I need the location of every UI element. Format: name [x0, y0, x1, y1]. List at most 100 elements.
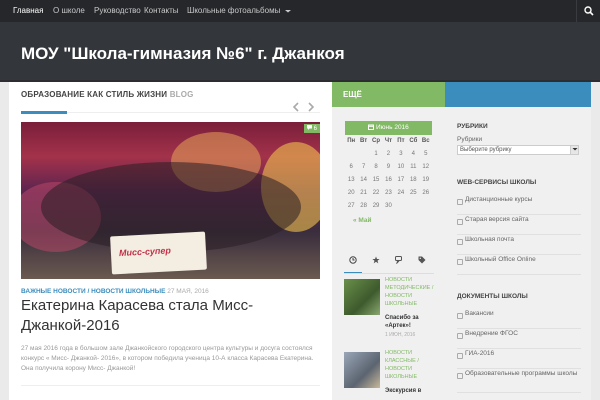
- category-separator: /: [87, 288, 90, 295]
- link-label[interactable]: Образовательные программы школы: [465, 370, 577, 377]
- calendar-widget: Июнь 2016 Пн Вт Ср Чт Пт Сб Вс 1 2 3 4 5…: [345, 121, 432, 224]
- list-item[interactable]: Школьная почта: [457, 235, 581, 255]
- list-item[interactable]: Внедрение ФГОС: [457, 329, 581, 349]
- list-item[interactable]: Дистанционные курсы: [457, 195, 581, 215]
- calendar-day: 26: [422, 190, 430, 196]
- tabs-divider: [344, 273, 434, 274]
- link-label[interactable]: Школьный Office Online: [465, 256, 536, 263]
- link-label[interactable]: Внедрение ФГОС: [465, 330, 518, 337]
- calendar-day: [345, 148, 357, 161]
- calendar-day: 15: [372, 177, 380, 183]
- post-categories[interactable]: НОВОСТИ МЕТОДИЧЕСКИЕ / НОВОСТИ ШКОЛЬНЫЕ: [385, 276, 437, 308]
- link-label[interactable]: Старая версия сайта: [465, 216, 529, 223]
- calendar-day: 23: [385, 190, 392, 196]
- weekday-label: Вт: [360, 138, 368, 144]
- list-item[interactable]: Образовательные программы школы: [457, 369, 581, 393]
- documents-list: Вакансии Внедрение ФГОС ГИА-2016 Образов…: [457, 309, 581, 393]
- tab-recent[interactable]: [345, 256, 361, 270]
- sidebar-header-title: ЕЩЁ: [343, 90, 362, 99]
- widget-tabs: [344, 254, 434, 274]
- nav-item-photo-albums-label: Школьные фотоальбомы: [187, 6, 281, 15]
- category-link[interactable]: ВАЖНЫЕ НОВОСТИ: [21, 288, 86, 295]
- post-title[interactable]: Спасибо за «Артек»!: [385, 314, 437, 330]
- calendar-day: 6: [349, 164, 353, 170]
- banner: Мисс-супер: [110, 231, 207, 275]
- tab-popular[interactable]: [368, 256, 384, 270]
- link-label[interactable]: Школьная почта: [465, 236, 514, 243]
- nav-item-leadership[interactable]: Руководство: [94, 0, 141, 22]
- calendar-day: 9: [386, 164, 391, 170]
- section-title: ОБРАЗОВАНИЕ КАК СТИЛЬ ЖИЗНИ BLOG: [21, 90, 194, 99]
- nav-item-contacts[interactable]: Контакты: [144, 0, 179, 22]
- comments-count: 6: [313, 126, 317, 132]
- nav-item-home[interactable]: Главная: [13, 0, 43, 22]
- post-thumbnail[interactable]: [344, 352, 380, 388]
- banner-text: Мисс-супер: [118, 245, 172, 259]
- sidebar-header: ЕЩЁ: [332, 82, 445, 107]
- weekday-label: Пт: [397, 138, 405, 144]
- weekday-label: Ср: [372, 138, 381, 144]
- calendar-day: 13: [347, 177, 355, 183]
- post-thumbnail[interactable]: [344, 279, 380, 315]
- tab-tags[interactable]: [414, 256, 430, 270]
- calendar-prev-month-link[interactable]: « Май: [353, 217, 372, 224]
- list-item[interactable]: Вакансии: [457, 309, 581, 329]
- list-item[interactable]: ГИА-2016: [457, 349, 581, 369]
- calendar-week: 27 28 29 30: [345, 200, 432, 213]
- tab-comments[interactable]: [391, 256, 407, 270]
- calendar-day: 1: [374, 151, 378, 157]
- slider-next-arrow[interactable]: [307, 102, 315, 115]
- post-categories: ВАЖНЫЕ НОВОСТИ / НОВОСТИ ШКОЛЬНЫЕ 27 МАЯ…: [21, 288, 209, 295]
- category-link[interactable]: НОВОСТИ ШКОЛЬНЫЕ: [91, 288, 165, 295]
- calendar-day: 8: [374, 164, 378, 170]
- featured-photo[interactable]: Мисс-супер 6: [21, 122, 320, 279]
- site-title[interactable]: МОУ "Школа-гимназия №6" г. Джанкоя: [21, 44, 345, 64]
- calendar-day: 20: [347, 190, 355, 196]
- slider-prev-arrow[interactable]: [292, 102, 300, 115]
- star-icon: [372, 256, 380, 264]
- calendar-weekdays: Пн Вт Ср Чт Пт Сб Вс: [345, 135, 432, 148]
- web-services-list: Дистанционные курсы Старая версия сайта …: [457, 195, 581, 275]
- sidebar-header: [445, 82, 591, 107]
- nav-item-about[interactable]: О школе: [53, 0, 85, 22]
- calendar-week: 6 7 8 9 10 11 12: [345, 161, 432, 174]
- calendar-day: 28: [360, 203, 367, 209]
- calendar-day: 16: [385, 177, 392, 183]
- clock-icon: [349, 256, 357, 264]
- calendar-day: 24: [397, 190, 405, 196]
- list-item[interactable]: Школьный Office Online: [457, 255, 581, 275]
- calendar-day: 22: [372, 190, 380, 196]
- search-button[interactable]: [576, 0, 600, 22]
- calendar-day: 4: [411, 151, 415, 157]
- widget-title: ДОКУМЕНТЫ ШКОЛЫ: [457, 293, 528, 300]
- sidebar-secondary: ЕЩЁ Июнь 2016 Пн Вт Ср Чт Пт Сб Вс 1 2 3…: [332, 82, 445, 400]
- link-label[interactable]: Дистанционные курсы: [465, 196, 532, 203]
- search-icon: [584, 6, 594, 16]
- calendar-day: 29: [372, 203, 380, 209]
- post-title[interactable]: Екатерина Карасева стала Мисс-Джанкой-20…: [21, 296, 321, 336]
- site-header: МОУ "Школа-гимназия №6" г. Джанкоя: [0, 22, 600, 82]
- link-label[interactable]: Вакансии: [465, 310, 494, 317]
- divider: [21, 385, 320, 386]
- calendar-day: 30: [385, 203, 392, 209]
- post-title[interactable]: Экскурсия в: [385, 387, 437, 395]
- calendar-day: 12: [422, 164, 430, 170]
- post-categories[interactable]: НОВОСТИ КЛАССНЫЕ / НОВОСТИ ШКОЛЬНЫЕ: [385, 349, 437, 381]
- calendar-day: [407, 200, 419, 213]
- calendar-day: 2: [386, 151, 391, 157]
- calendar-day: 11: [410, 164, 417, 170]
- calendar-day: [420, 200, 432, 213]
- post-date: 1 ИЮН, 2016: [385, 332, 416, 338]
- calendar-week: 20 21 22 23 24 25 26: [345, 187, 432, 200]
- nav-item-photo-albums[interactable]: Школьные фотоальбомы: [187, 0, 291, 22]
- calendar-day: 17: [397, 177, 405, 183]
- calendar-day: 19: [422, 177, 430, 183]
- calendar-day: 5: [424, 151, 428, 157]
- comments-icon: [394, 256, 402, 265]
- rubrics-select[interactable]: Выберите рубрику: [457, 145, 579, 155]
- list-item[interactable]: Старая версия сайта: [457, 215, 581, 235]
- calendar-day: 27: [347, 203, 355, 209]
- widget-title: WEB-СЕРВИСЫ ШКОЛЫ: [457, 179, 537, 186]
- comments-badge[interactable]: 6: [303, 124, 320, 133]
- link-label[interactable]: ГИА-2016: [465, 350, 494, 357]
